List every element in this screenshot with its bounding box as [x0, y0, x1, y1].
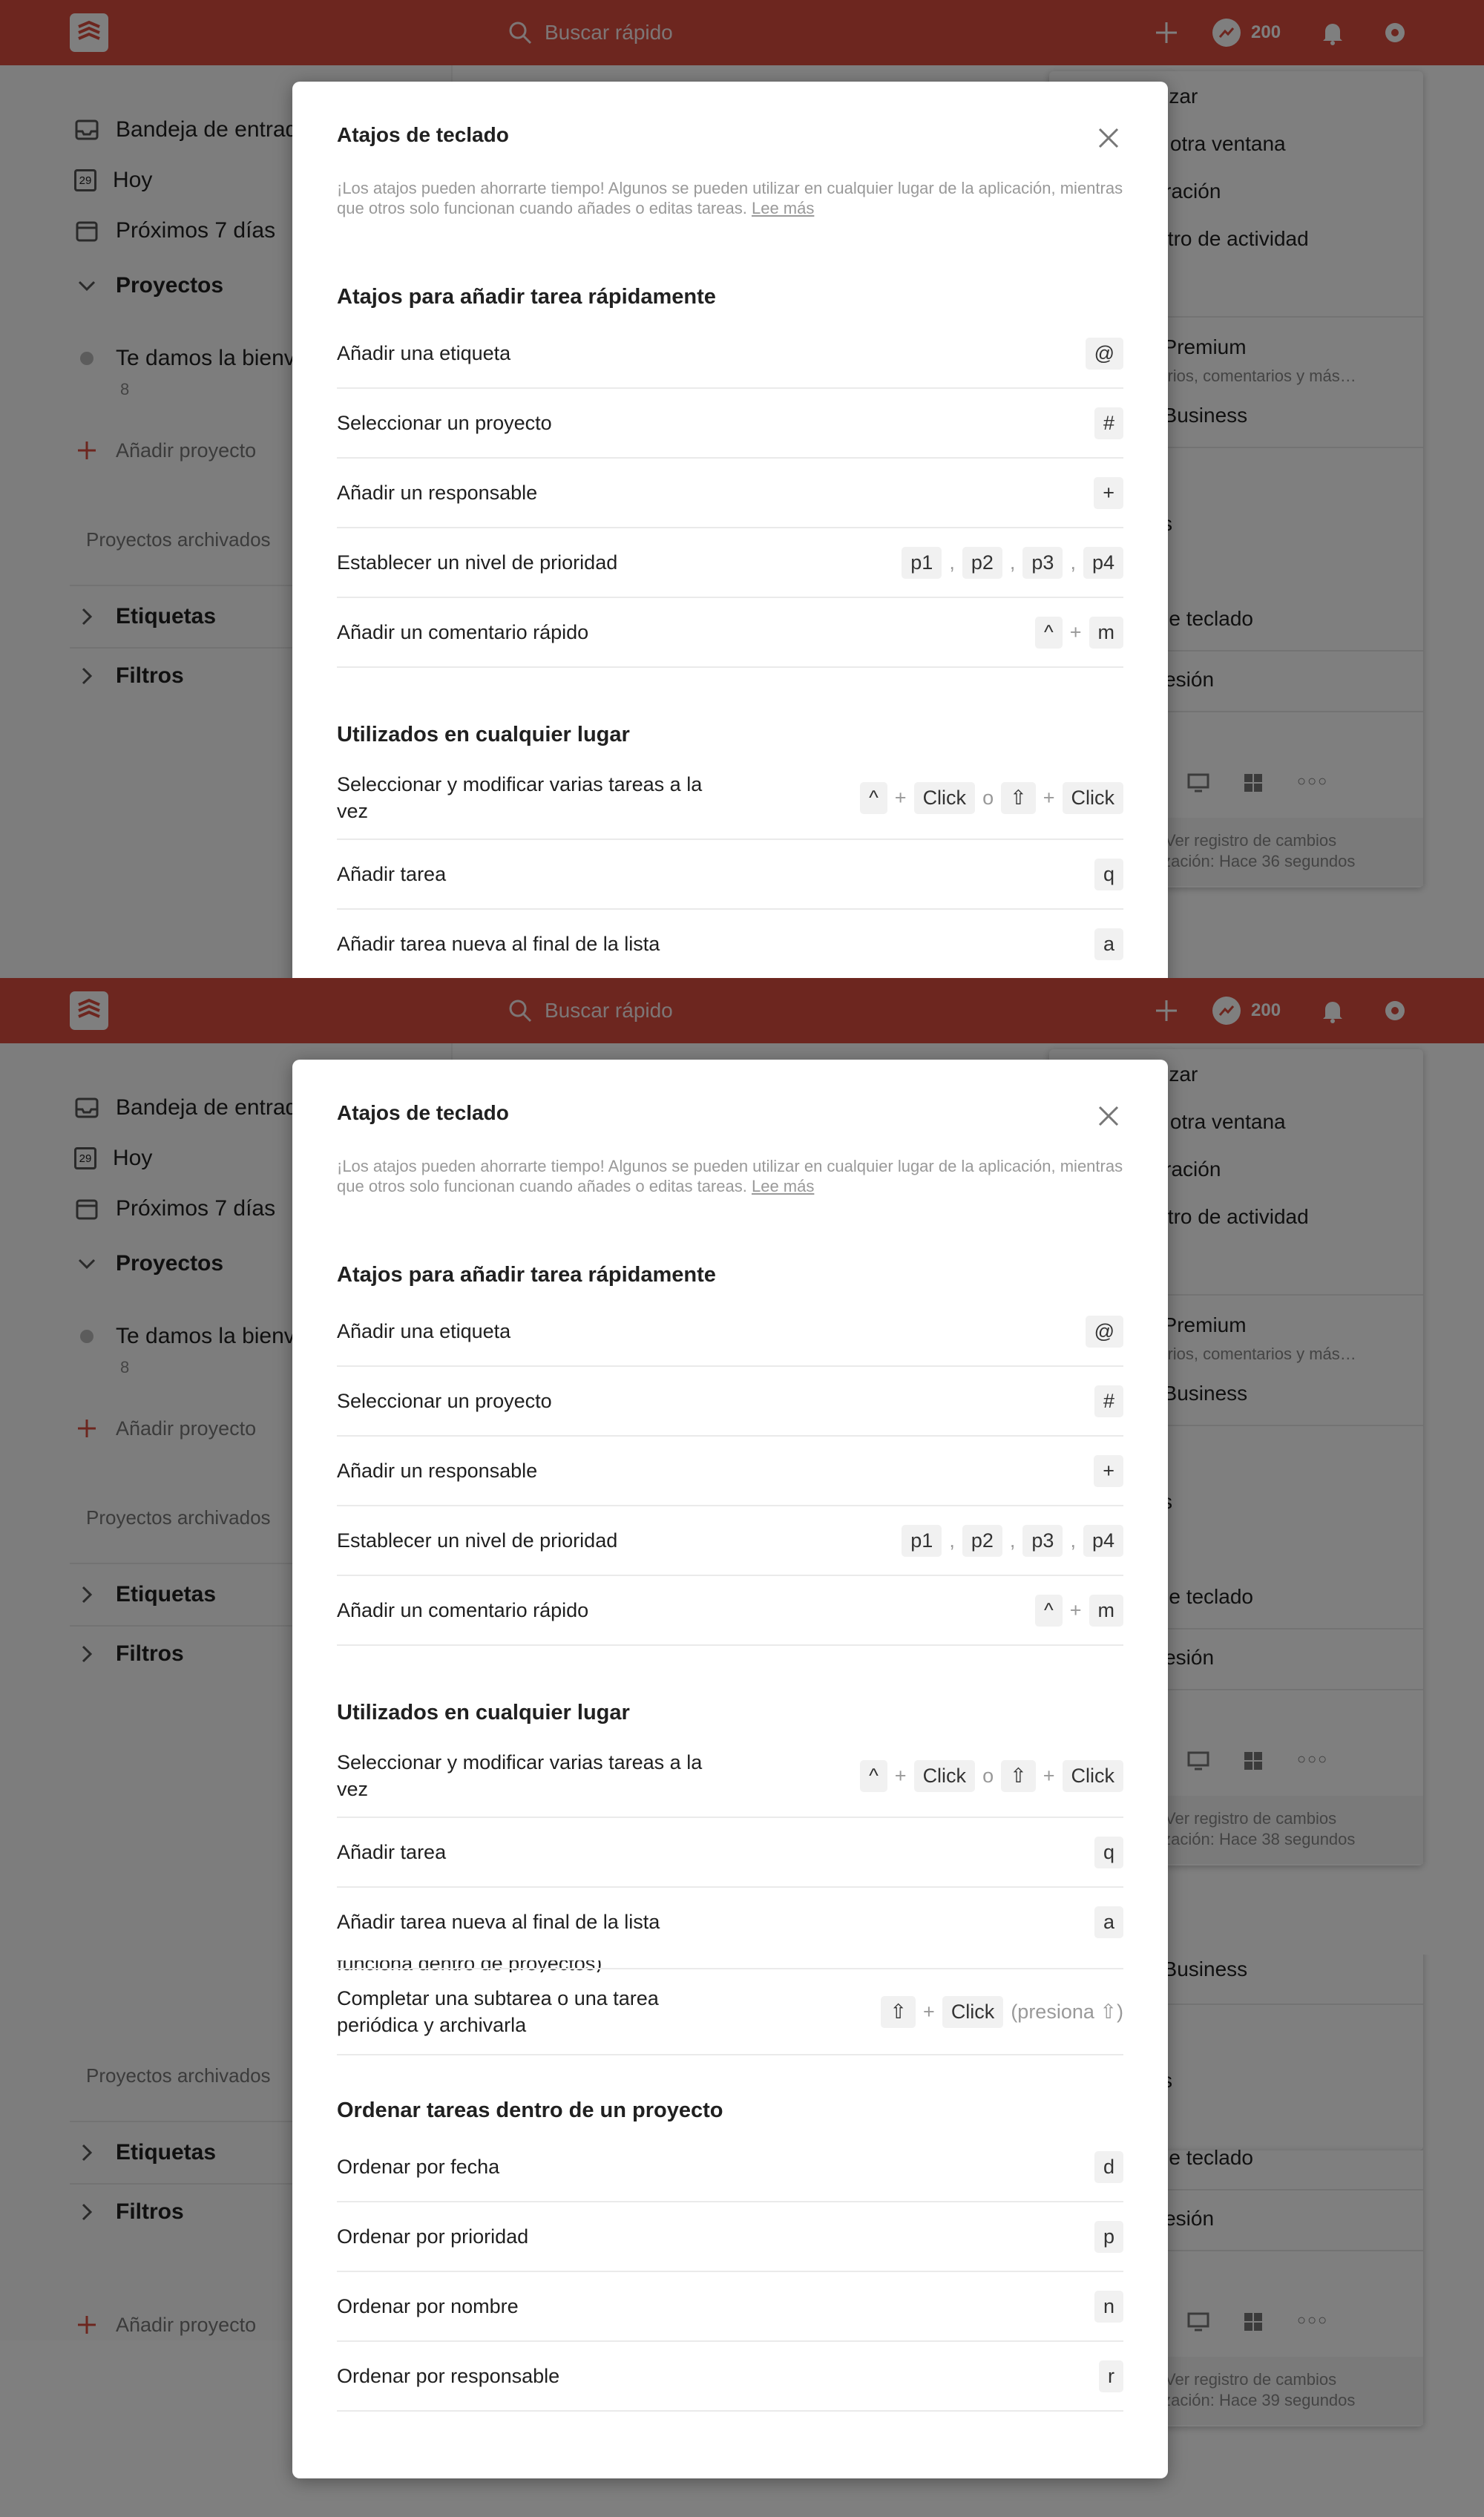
shortcut-row: Ordenar por responsable r	[337, 2342, 1123, 2412]
key: p	[1094, 2220, 1123, 2253]
shortcut-row: Completar una subtarea o una tarea perió…	[337, 1969, 1123, 2055]
shortcut-row: Añadir tarea q	[337, 1818, 1123, 1888]
close-icon[interactable]	[1094, 1101, 1123, 1131]
shortcut-row: Añadir un comentario rápido ^ + m	[337, 598, 1123, 668]
shortcuts-modal: funciona dentro de proyectos) Completar …	[292, 1955, 1168, 2478]
screenshot-panel-3: Añadir proyecto Proyectos archivados Eti…	[0, 1955, 1484, 2517]
shortcut-row: Seleccionar y modificar varias tareas a …	[337, 757, 1123, 840]
key: p1	[902, 546, 942, 579]
shortcut-row: Añadir tarea nueva al final de la lista a	[337, 1888, 1123, 1955]
section-title-anywhere: Utilizados en cualquier lugar	[337, 1701, 630, 1725]
key: ⇧	[1001, 1759, 1036, 1792]
shortcut-row: Seleccionar un proyecto #	[337, 389, 1123, 459]
key: p3	[1022, 546, 1063, 579]
row-separator	[337, 1955, 1123, 1969]
key: d	[1094, 2150, 1123, 2183]
screenshot-panel-2: Buscar rápido 200 Bandeja de entrada 29H…	[0, 978, 1484, 1955]
shortcut-row: Añadir una etiqueta @	[337, 1297, 1123, 1367]
shortcuts-modal: Atajos de teclado ¡Los atajos pueden aho…	[292, 1060, 1168, 1955]
close-icon[interactable]	[1094, 123, 1123, 153]
modal-intro: ¡Los atajos pueden ahorrarte tiempo! Alg…	[337, 1157, 1123, 1195]
shortcut-row: Ordenar por nombre n	[337, 2272, 1123, 2342]
key: p2	[962, 1524, 1002, 1557]
shortcut-row: Añadir un responsable +	[337, 459, 1123, 528]
shortcut-row: Añadir un responsable +	[337, 1437, 1123, 1506]
key: #	[1094, 407, 1123, 439]
key: p1	[902, 1524, 942, 1557]
key: m	[1089, 1594, 1123, 1627]
key: q	[1094, 1836, 1123, 1868]
shortcut-row: Añadir tarea nueva al final de la lista a	[337, 910, 1123, 978]
section-title-anywhere: Utilizados en cualquier lugar	[337, 723, 630, 746]
section-title-sort: Ordenar tareas dentro de un proyecto	[337, 2098, 723, 2122]
key: Click	[913, 1759, 976, 1792]
shortcut-row: Añadir un comentario rápido ^ + m	[337, 1576, 1123, 1646]
key: @	[1085, 337, 1123, 370]
shortcut-row: Establecer un nivel de prioridad p1, p2, p3…	[337, 528, 1123, 598]
key: a	[1094, 928, 1123, 960]
key: Click	[913, 781, 976, 814]
key: ^	[1035, 1594, 1063, 1627]
shortcut-row: Establecer un nivel de prioridad p1, p2, p3…	[337, 1506, 1123, 1576]
modal-intro: ¡Los atajos pueden ahorrarte tiempo! Alg…	[337, 179, 1123, 217]
key: n	[1094, 2290, 1123, 2323]
key: ⇧	[881, 1995, 916, 2028]
screenshot-panel-1: Buscar rápido 200 Bandeja de entrada 29H…	[0, 0, 1484, 978]
key: ^	[860, 781, 887, 814]
key: p2	[962, 546, 1002, 579]
key: ^	[1035, 616, 1063, 649]
key: ⇧	[1001, 781, 1036, 814]
shortcut-row: Seleccionar y modificar varias tareas a …	[337, 1735, 1123, 1818]
shortcut-row: Ordenar por prioridad p	[337, 2202, 1123, 2272]
shortcut-row: Añadir tarea q	[337, 840, 1123, 910]
key: q	[1094, 858, 1123, 890]
key: ^	[860, 1759, 887, 1792]
section-title-quick-add: Atajos para añadir tarea rápidamente	[337, 285, 716, 309]
key: Click	[1062, 1759, 1123, 1792]
shortcuts-modal: Atajos de teclado ¡Los atajos pueden aho…	[292, 82, 1168, 978]
key: Click	[1062, 781, 1123, 814]
learn-more-link[interactable]: Lee más	[752, 199, 814, 217]
learn-more-link[interactable]: Lee más	[752, 1177, 814, 1195]
key: +	[1094, 1454, 1123, 1487]
key: a	[1094, 1906, 1123, 1938]
key: #	[1094, 1385, 1123, 1417]
key: @	[1085, 1315, 1123, 1348]
key: r	[1099, 2360, 1123, 2392]
key: p4	[1083, 546, 1123, 579]
key: p4	[1083, 1524, 1123, 1557]
shortcut-row: Añadir una etiqueta @	[337, 319, 1123, 389]
modal-title: Atajos de teclado	[337, 123, 509, 146]
section-title-quick-add: Atajos para añadir tarea rápidamente	[337, 1263, 716, 1287]
shortcut-row: Ordenar por fecha d	[337, 2133, 1123, 2202]
key: p3	[1022, 1524, 1063, 1557]
key: m	[1089, 616, 1123, 649]
key: +	[1094, 476, 1123, 509]
shortcut-row: Seleccionar un proyecto #	[337, 1367, 1123, 1437]
modal-title: Atajos de teclado	[337, 1101, 509, 1124]
key: Click	[942, 1995, 1004, 2028]
